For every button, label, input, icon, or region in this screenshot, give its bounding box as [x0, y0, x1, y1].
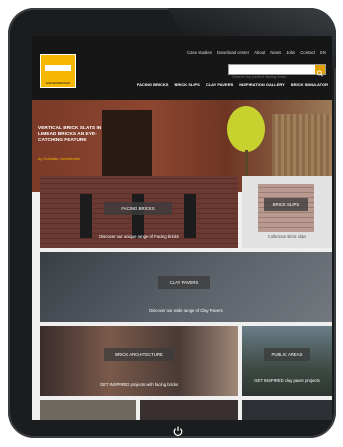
tile-brick-slips[interactable]: BRICK SLIPS Collection Brick slips [242, 176, 332, 248]
hero-credit-link[interactable]: by Doblado, Architecten [38, 156, 80, 161]
search-button[interactable] [315, 65, 325, 77]
search-box [228, 64, 326, 81]
main-nav: FACING BRICKS BRICK SLIPS CLAY PAVERS IN… [137, 82, 328, 87]
utility-link-jobs[interactable]: Jobs [286, 50, 295, 55]
brick-slot [184, 194, 196, 238]
nav-item-brick-simulator[interactable]: BRICK SIMULATOR [291, 82, 328, 87]
tile-clay-pavers[interactable]: CLAY PAVERS Discover our wide range of C… [40, 252, 332, 322]
tile-public-areas[interactable]: PUBLIC AREAS GET INSPIRED clay paver pro… [242, 326, 332, 396]
tile-gallery-preview[interactable] [242, 400, 332, 420]
logo-text: WIENERBERGER [45, 81, 71, 85]
hero-window [102, 110, 152, 180]
tablet-frame: WIENERBERGER Case studies Download cente… [8, 8, 336, 438]
search-icon [316, 70, 323, 77]
tile-gallery-preview[interactable] [140, 400, 238, 420]
nav-item-inspiration-gallery[interactable]: INSPIRATION GALLERY [239, 82, 285, 87]
utility-link-download-center[interactable]: Download center [217, 50, 249, 55]
language-selector[interactable]: EN [320, 50, 326, 55]
tile-caption: Discover our unique range of Facing bric… [99, 234, 179, 239]
tile-brick-architecture[interactable]: BRICK ARCHITECTURE GET INSPIRED projects… [40, 326, 238, 396]
brand-logo[interactable]: WIENERBERGER [40, 54, 76, 88]
site-header: WIENERBERGER Case studies Download cente… [32, 36, 332, 100]
hero-headline: VERTICAL BRICK SLATS IN LIMEAD BRICKS AN… [38, 126, 102, 144]
nav-item-brick-slips[interactable]: BRICK SLIPS [174, 82, 199, 87]
utility-link-about[interactable]: About [254, 50, 265, 55]
tile-caption: GET INSPIRED projects with facing bricks [99, 382, 179, 387]
utility-link-news[interactable]: News [270, 50, 281, 55]
tile-gallery-preview[interactable] [40, 400, 136, 420]
tile-label: CLAY PAVERS [158, 276, 210, 289]
tile-label: PUBLIC AREAS [264, 348, 310, 361]
tile-caption: Discover our wide range of Clay Pavers [149, 308, 223, 313]
utility-link-contact[interactable]: Contact [300, 50, 315, 55]
nav-item-facing-bricks[interactable]: FACING BRICKS [137, 82, 169, 87]
tile-label: FACING BRICKS [104, 202, 172, 215]
power-icon [173, 426, 183, 436]
utility-nav: Case studies Download center About News … [187, 50, 326, 55]
tile-caption: GET INSPIRED clay paver projects [254, 378, 320, 383]
tile-caption: Collection Brick slips [267, 234, 307, 239]
tablet-screen: WIENERBERGER Case studies Download cente… [32, 36, 332, 420]
brick-slot [132, 194, 144, 238]
search-input[interactable] [229, 72, 319, 81]
utility-link-case-studies[interactable]: Case studies [187, 50, 212, 55]
tile-label: BRICK ARCHITECTURE [104, 348, 174, 361]
nav-item-clay-pavers[interactable]: CLAY PAVERS [206, 82, 233, 87]
logo-mark [45, 65, 71, 71]
power-button[interactable] [172, 424, 184, 436]
tile-facing-bricks[interactable]: FACING BRICKS Discover our unique range … [40, 176, 238, 248]
hero-tree [227, 106, 265, 152]
brick-slot [80, 194, 92, 238]
tile-label: BRICK SLIPS [264, 198, 308, 211]
